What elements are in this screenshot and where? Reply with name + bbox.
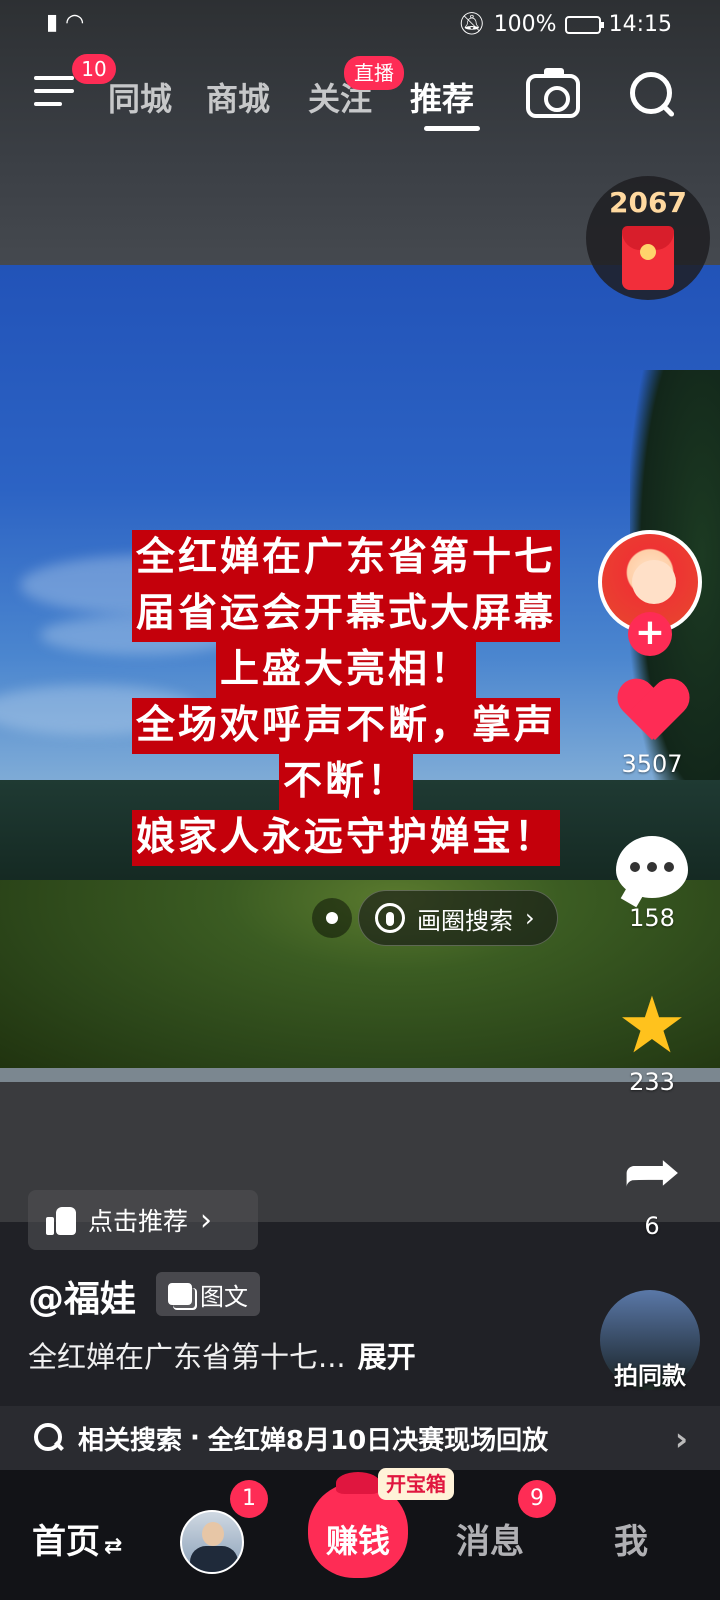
tab-recommend[interactable]: 推荐	[410, 74, 474, 120]
thumb-up-icon	[46, 1205, 76, 1235]
avatar-face	[632, 560, 676, 604]
live-badge: 直播	[344, 56, 404, 90]
circle-search-label: 画圈搜索	[417, 906, 513, 935]
same-style-label[interactable]: 拍同款	[588, 1356, 712, 1391]
tab-earn[interactable]: 赚钱	[308, 1516, 408, 1562]
open-treasure-tag[interactable]: 开宝箱	[378, 1468, 454, 1500]
caption-line: 上盛大亮相！	[215, 642, 476, 698]
star-icon: ★	[617, 981, 687, 1071]
post-type-label: 图文	[200, 1282, 248, 1311]
page-indicator-dot[interactable]	[312, 898, 352, 938]
favorite-button[interactable]: ★ 233	[600, 981, 704, 1096]
top-nav: 10 同城 商城 关注 直播 推荐	[0, 54, 720, 138]
related-search-query: 全红婵8月10日决赛现场回放	[207, 1425, 549, 1456]
image-text-icon	[168, 1283, 192, 1305]
caption-line: 不断！	[278, 754, 413, 810]
comment-icon	[616, 836, 688, 898]
clock: 14:15	[608, 12, 672, 37]
battery-percent: 100%	[493, 12, 557, 37]
circle-gesture-icon	[375, 903, 405, 933]
status-right: 🔕︎ 100% 14:15	[458, 12, 672, 37]
share-icon: ➦	[622, 1136, 682, 1206]
favorite-count: 233	[629, 1068, 675, 1096]
caption-line: 全红婵在广东省第十七	[131, 530, 560, 586]
caption-line: 届省运会开幕式大屏幕	[131, 586, 560, 642]
red-packet-count: 2067	[609, 186, 687, 219]
like-count: 3507	[621, 750, 683, 778]
related-search-separator: ·	[190, 1423, 200, 1453]
author-name[interactable]: @福娃	[28, 1270, 136, 1322]
share-button[interactable]: ➦ 6	[600, 1136, 704, 1240]
battery-icon	[564, 15, 604, 34]
share-count: 6	[644, 1212, 660, 1240]
chevron-right-icon: ›	[674, 1420, 688, 1458]
post-description[interactable]: 全红婵在广东省第十七... 展开	[28, 1334, 416, 1376]
tab-messages[interactable]: 消息	[456, 1514, 524, 1563]
menu-icon[interactable]	[34, 76, 74, 112]
tab-me[interactable]: 我	[614, 1514, 648, 1563]
status-bar: ▮ ◠ 🔕︎ 100% 14:15	[0, 0, 720, 48]
avatar-head	[202, 1522, 224, 1546]
chevron-right-icon: ›	[525, 904, 535, 932]
like-button[interactable]: 3507	[600, 680, 704, 778]
related-search-bar[interactable]: 相关搜索 · 全红婵8月10日决赛现场回放 ›	[0, 1406, 720, 1470]
messages-badge: 9	[518, 1480, 556, 1518]
magnifier-icon	[34, 1423, 64, 1453]
tab-home[interactable]: 首页 ⇄	[32, 1514, 122, 1563]
expand-link[interactable]: 展开	[358, 1340, 416, 1374]
chevron-right-icon: ›	[200, 1202, 213, 1238]
tab-friends-avatar[interactable]	[180, 1510, 244, 1574]
active-tab-indicator	[424, 126, 480, 131]
mute-icon: 🔕︎	[457, 12, 486, 37]
switch-icon: ⇄	[104, 1534, 123, 1559]
tab-mall[interactable]: 商城	[206, 74, 270, 120]
heart-icon	[617, 680, 687, 744]
red-packet-icon	[622, 226, 674, 290]
circle-search-button[interactable]: 画圈搜索 ›	[358, 890, 558, 946]
tab-nearby[interactable]: 同城	[108, 74, 172, 120]
comment-count: 158	[629, 904, 675, 932]
related-search-prefix: 相关搜索	[78, 1425, 183, 1456]
caption-line: 全场欢呼声不断，掌声	[131, 698, 560, 754]
red-packet-widget[interactable]: 2067	[586, 176, 710, 300]
description-text: 全红婵在广东省第十七...	[28, 1340, 346, 1374]
image-caption: 全红婵在广东省第十七 届省运会开幕式大屏幕 上盛大亮相！ 全场欢呼声不断，掌声 …	[96, 530, 596, 866]
signal-wifi-icon: ▮ ◠	[46, 10, 85, 35]
post-type-tag: 图文	[156, 1272, 260, 1316]
avatar-body	[190, 1546, 238, 1572]
recommend-label: 点击推荐	[88, 1207, 189, 1236]
comment-button[interactable]: 158	[600, 836, 704, 932]
search-icon[interactable]	[630, 72, 678, 120]
caption-line: 娘家人永远守护婵宝！	[131, 810, 560, 866]
circle-search: 画圈搜索 ›	[312, 890, 558, 946]
tab-home-label: 首页	[32, 1522, 100, 1562]
friends-badge: 1	[230, 1480, 268, 1518]
recommend-button[interactable]: 点击推荐 ›	[28, 1190, 258, 1250]
follow-button[interactable]: +	[628, 612, 672, 656]
camera-icon[interactable]	[526, 68, 580, 118]
